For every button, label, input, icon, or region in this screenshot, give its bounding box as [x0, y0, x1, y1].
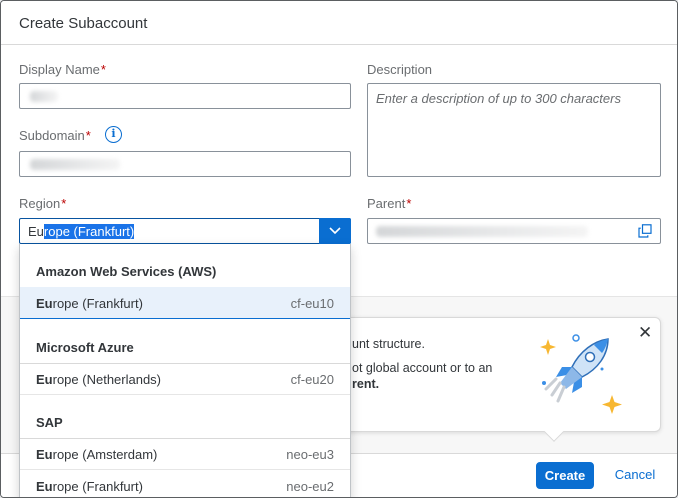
create-subaccount-dialog: Create Subaccount Display Name* Subdomai…	[0, 0, 678, 498]
tip-line-3: rent.	[352, 377, 380, 391]
description-textarea[interactable]: Enter a description of up to 300 charact…	[367, 83, 661, 177]
region-code: cf-eu20	[290, 372, 334, 387]
tip-line-1: unt structure.	[352, 337, 425, 351]
region-code: neo-eu2	[286, 479, 334, 494]
tip-line-2: ot global account or to an	[352, 361, 493, 375]
display-name-label: Display Name*	[19, 62, 106, 77]
cancel-button[interactable]: Cancel	[604, 462, 666, 489]
region-dropdown-list: Amazon Web Services (AWS) Europe (Frankf…	[19, 244, 351, 497]
region-label: Region*	[19, 196, 67, 211]
region-dropdown-button[interactable]	[319, 218, 351, 244]
region-option-azure-netherlands[interactable]: Europe (Netherlands) cf-eu20	[20, 363, 350, 395]
group-header-sap: SAP	[20, 407, 350, 439]
required-mark: *	[85, 128, 91, 143]
dialog-title: Create Subaccount	[19, 15, 148, 32]
chevron-down-icon	[329, 227, 341, 235]
region-code: neo-eu3	[286, 447, 334, 462]
display-name-field[interactable]	[19, 83, 351, 109]
required-mark: *	[100, 62, 106, 77]
rocket-icon	[540, 334, 622, 414]
required-mark: *	[406, 196, 412, 211]
region-option-sap-frankfurt[interactable]: Europe (Frankfurt) neo-eu2	[20, 470, 350, 497]
region-combobox[interactable]: Europe (Frankfurt)	[19, 218, 351, 244]
close-icon[interactable]: ✕	[638, 324, 652, 341]
copy-icon[interactable]	[638, 224, 652, 238]
redacted-value	[30, 91, 58, 102]
subdomain-field[interactable]	[19, 151, 351, 177]
info-icon[interactable]: i	[105, 126, 122, 143]
redacted-value	[376, 226, 588, 237]
parent-field[interactable]	[367, 218, 661, 244]
description-label: Description	[367, 62, 433, 77]
dialog-header: Create Subaccount	[1, 1, 677, 45]
redacted-value	[30, 159, 120, 170]
description-placeholder: Enter a description of up to 300 charact…	[376, 91, 621, 106]
region-input-text[interactable]: Europe (Frankfurt)	[28, 224, 135, 239]
region-option-aws-frankfurt[interactable]: Europe (Frankfurt) cf-eu10	[20, 287, 350, 319]
region-option-sap-amsterdam[interactable]: Europe (Amsterdam) neo-eu3	[20, 438, 350, 470]
group-header-aws: Amazon Web Services (AWS)	[20, 256, 350, 288]
subdomain-label: Subdomain*	[19, 128, 91, 143]
group-header-azure: Microsoft Azure	[20, 332, 350, 364]
region-code: cf-eu10	[290, 296, 334, 311]
create-button[interactable]: Create	[536, 462, 594, 489]
parent-label: Parent*	[367, 196, 412, 211]
required-mark: *	[61, 196, 67, 211]
